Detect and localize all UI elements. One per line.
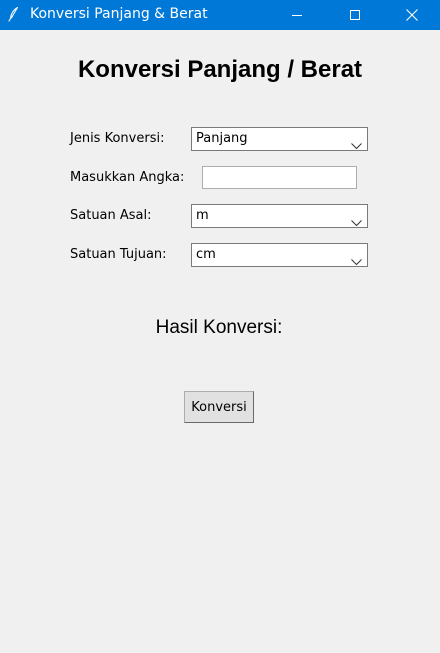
jenis-konversi-label: Jenis Konversi: xyxy=(70,131,165,146)
satuan-asal-dropdown[interactable]: m xyxy=(191,204,368,228)
jenis-konversi-value: Panjang xyxy=(196,131,248,146)
maximize-button[interactable] xyxy=(326,0,384,30)
minimize-icon xyxy=(292,10,302,20)
angka-input[interactable] xyxy=(202,166,357,189)
chevron-down-icon xyxy=(351,135,362,150)
masukkan-angka-label: Masukkan Angka: xyxy=(70,170,185,185)
feather-icon xyxy=(6,6,22,22)
window-title: Konversi Panjang & Berat xyxy=(30,6,208,22)
satuan-asal-value: m xyxy=(196,208,209,223)
result-label: Hasil Konversi: xyxy=(155,317,283,338)
satuan-asal-label: Satuan Asal: xyxy=(70,208,152,223)
minimize-button[interactable] xyxy=(268,0,326,30)
maximize-icon xyxy=(350,10,360,20)
title-bar: Konversi Panjang & Berat xyxy=(0,0,440,30)
satuan-tujuan-label: Satuan Tujuan: xyxy=(70,247,167,262)
chevron-down-icon xyxy=(351,251,362,266)
konversi-button[interactable]: Konversi xyxy=(184,391,254,423)
close-icon xyxy=(406,9,418,21)
close-button[interactable] xyxy=(384,0,440,30)
jenis-konversi-dropdown[interactable]: Panjang xyxy=(191,127,368,151)
satuan-tujuan-value: cm xyxy=(196,247,216,262)
satuan-tujuan-dropdown[interactable]: cm xyxy=(191,243,368,267)
chevron-down-icon xyxy=(351,212,362,227)
page-title: Konversi Panjang / Berat xyxy=(77,56,363,83)
